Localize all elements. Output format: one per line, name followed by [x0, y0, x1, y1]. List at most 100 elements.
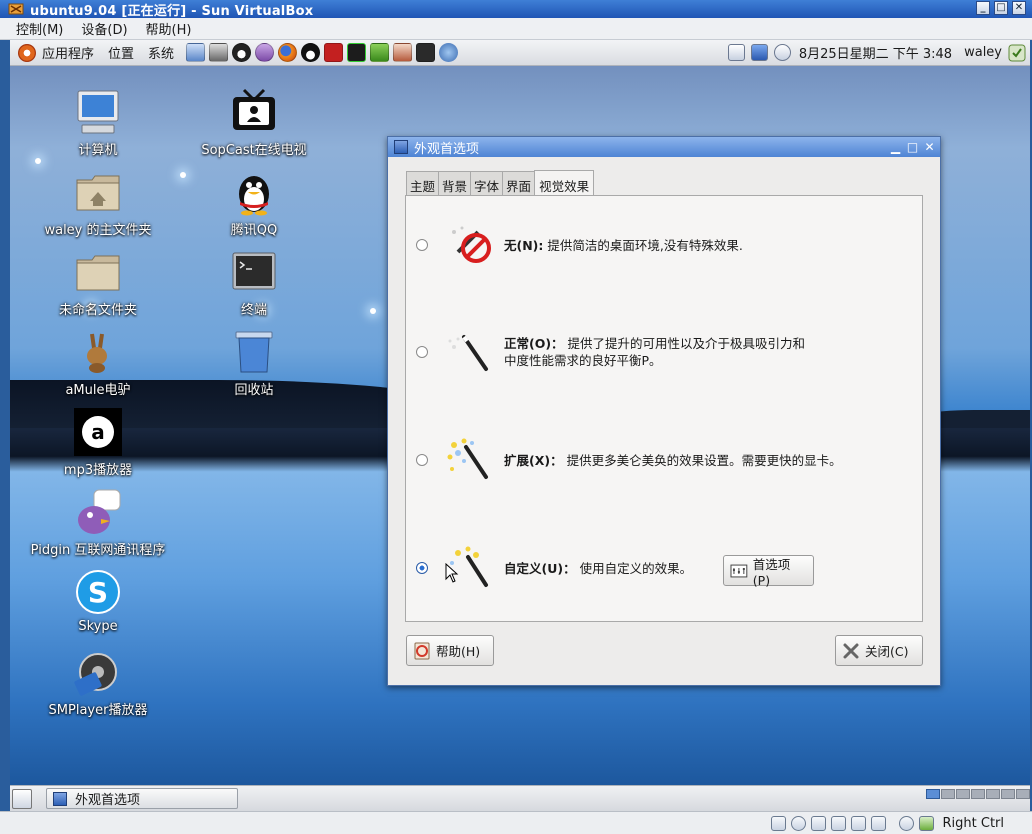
vbox-statusbar: Right Ctrl — [0, 811, 1032, 834]
seamless-status-icon[interactable] — [870, 815, 886, 831]
dialog-maximize-button[interactable]: □ — [906, 140, 919, 153]
tab-interface[interactable]: 界面 — [502, 171, 536, 198]
info-icon[interactable] — [750, 44, 768, 61]
system-monitor-launcher-icon[interactable] — [347, 43, 367, 62]
filezilla-launcher-icon[interactable] — [324, 43, 344, 62]
desktop-icon-qq[interactable]: 腾讯QQ — [174, 168, 334, 238]
computer-icon — [77, 90, 119, 134]
home-folder-icon — [76, 175, 120, 211]
menu-control[interactable]: 控制(M) — [16, 19, 63, 38]
taskbar-window-icon — [53, 791, 67, 806]
taskbar-window-label: 外观首选项 — [75, 793, 141, 808]
effect-desc-normal: 提供了提升的可用性以及介于极具吸引力和 — [567, 336, 806, 351]
workspace-4[interactable] — [971, 789, 985, 799]
radio-custom[interactable] — [416, 562, 428, 574]
mouse-cursor-icon — [445, 563, 459, 583]
close-button[interactable]: 关闭(C) — [835, 635, 923, 666]
help-button[interactable]: 帮助(H) — [406, 635, 494, 666]
places-menu[interactable]: 位置 — [108, 43, 134, 62]
help-icon — [414, 642, 430, 659]
desktop-icon-skype[interactable]: S Skype — [18, 568, 178, 634]
effect-option-none[interactable]: 无(N): 提供简洁的桌面环境,没有特殊效果. — [416, 222, 743, 268]
radio-normal[interactable] — [416, 346, 428, 358]
normal-effects-wand-icon — [448, 335, 488, 371]
network-status-icon[interactable] — [810, 815, 826, 831]
panel-clock[interactable]: 8月25日星期二 下午 3:48 — [799, 43, 952, 62]
volume-icon[interactable] — [773, 44, 791, 61]
gnome-bottom-panel: 外观首选项 — [10, 785, 1030, 811]
workspace-3[interactable] — [956, 789, 970, 799]
effect-title-normal: 正常(O)： — [504, 336, 564, 351]
qq-launcher-icon[interactable] — [301, 43, 321, 62]
synaptic-launcher-icon[interactable] — [393, 43, 413, 62]
minimize-button[interactable]: _ — [976, 1, 990, 15]
folder-icon — [76, 255, 120, 291]
appearance-preferences-dialog: 外观首选项 ▁ □ ✕ 主题 背景 字体 界面 视觉效果 无(N): 提供简洁的… — [387, 136, 941, 686]
terminal-launcher-icon[interactable] — [416, 43, 436, 62]
tab-background[interactable]: 背景 — [438, 171, 472, 198]
desktop-icon-pidgin[interactable]: Pidgin 互联网通讯程序 — [18, 488, 178, 558]
mouse-integration-status-icon[interactable] — [898, 815, 914, 831]
workspace-7[interactable] — [1016, 789, 1030, 799]
dialog-close-x-button[interactable]: ✕ — [923, 140, 936, 153]
network-icon[interactable] — [727, 44, 745, 61]
screenshot-launcher-icon[interactable] — [209, 43, 229, 62]
workspace-6[interactable] — [1001, 789, 1015, 799]
vbox-titlebar: ubuntu9.04 [正在运行] - Sun VirtualBox _ □ ✕ — [0, 0, 1032, 19]
panel-user[interactable]: waley — [964, 45, 1002, 60]
desktop-icon-terminal[interactable]: 终端 — [174, 248, 334, 318]
nvidia-launcher-icon[interactable] — [370, 43, 390, 62]
menu-help[interactable]: 帮助(H) — [146, 19, 192, 38]
desktop-icon-folder[interactable]: 未命名文件夹 — [18, 248, 178, 318]
effect-option-extra[interactable]: 扩展(X)： 提供更多美仑美奂的效果设置。需要更快的显卡。 — [416, 437, 842, 483]
radio-extra[interactable] — [416, 454, 428, 466]
close-button[interactable]: ✕ — [1012, 1, 1026, 15]
effect-desc-normal-line2: 中度性能需求的良好平衡P。 — [504, 353, 662, 368]
monitor-launcher-icon[interactable] — [186, 43, 206, 62]
firefox-launcher-icon[interactable] — [278, 43, 298, 62]
cdrom-status-icon[interactable] — [790, 815, 806, 831]
host-key-status-icon[interactable] — [918, 815, 934, 831]
desktop-icon-mp3[interactable]: a mp3播放器 — [18, 408, 178, 478]
mp3-player-icon: a — [74, 408, 122, 456]
workspace-2[interactable] — [941, 789, 955, 799]
desktop-icon-sopcast[interactable]: SopCast在线电视 — [174, 88, 334, 158]
system-menu[interactable]: 系统 — [148, 43, 174, 62]
workspace-switcher[interactable] — [926, 789, 1030, 799]
shared-folders-status-icon[interactable] — [850, 815, 866, 831]
radio-none[interactable] — [416, 239, 428, 251]
desktop-icon-trash[interactable]: 回收站 — [174, 328, 334, 398]
quit-icon[interactable] — [1008, 44, 1026, 62]
smplayer-icon — [74, 653, 117, 696]
vbox-menubar: 控制(M) 设备(D) 帮助(H) — [0, 18, 1032, 40]
tab-fonts[interactable]: 字体 — [470, 171, 504, 198]
desktop-icon-smplayer[interactable]: SMPlayer播放器 — [18, 648, 178, 718]
dialog-minimize-button[interactable]: ▁ — [889, 140, 902, 153]
guest-screen: 应用程序 位置 系统 8月25日星期二 下午 3:48 waley 计算机 wa… — [10, 40, 1030, 811]
extra-effects-wand-icon — [447, 438, 488, 479]
tab-theme[interactable]: 主题 — [406, 171, 440, 198]
show-desktop-icon[interactable] — [12, 789, 32, 809]
desktop-icon-home[interactable]: waley 的主文件夹 — [18, 168, 178, 238]
preferences-button[interactable]: 首选项(P) — [723, 555, 814, 588]
menu-devices[interactable]: 设备(D) — [81, 19, 127, 38]
desktop-icon-computer[interactable]: 计算机 — [18, 88, 178, 158]
pidgin-launcher-icon[interactable] — [255, 43, 275, 62]
usb-status-icon[interactable] — [830, 815, 846, 831]
effect-option-normal[interactable]: 正常(O)： 提供了提升的可用性以及介于极具吸引力和 中度性能需求的良好平衡P。 — [416, 329, 805, 375]
preferences-icon — [730, 564, 748, 577]
chat-launcher-icon[interactable] — [439, 43, 459, 62]
desktop-icon-amule[interactable]: aMule电驴 — [18, 328, 178, 398]
effect-title-none: 无(N): — [504, 237, 544, 253]
appearance-window-icon — [394, 140, 408, 154]
maximize-button[interactable]: □ — [994, 1, 1008, 15]
applications-menu[interactable]: 应用程序 — [42, 43, 94, 62]
tux-launcher-icon[interactable] — [232, 43, 252, 62]
trash-icon — [235, 331, 273, 373]
dialog-titlebar[interactable]: 外观首选项 ▁ □ ✕ — [388, 137, 940, 157]
workspace-5[interactable] — [986, 789, 1000, 799]
taskbar-window-button[interactable]: 外观首选项 — [46, 788, 238, 809]
workspace-1[interactable] — [926, 789, 940, 799]
harddisk-status-icon[interactable] — [770, 815, 786, 831]
ubuntu-logo-icon[interactable] — [18, 43, 36, 62]
